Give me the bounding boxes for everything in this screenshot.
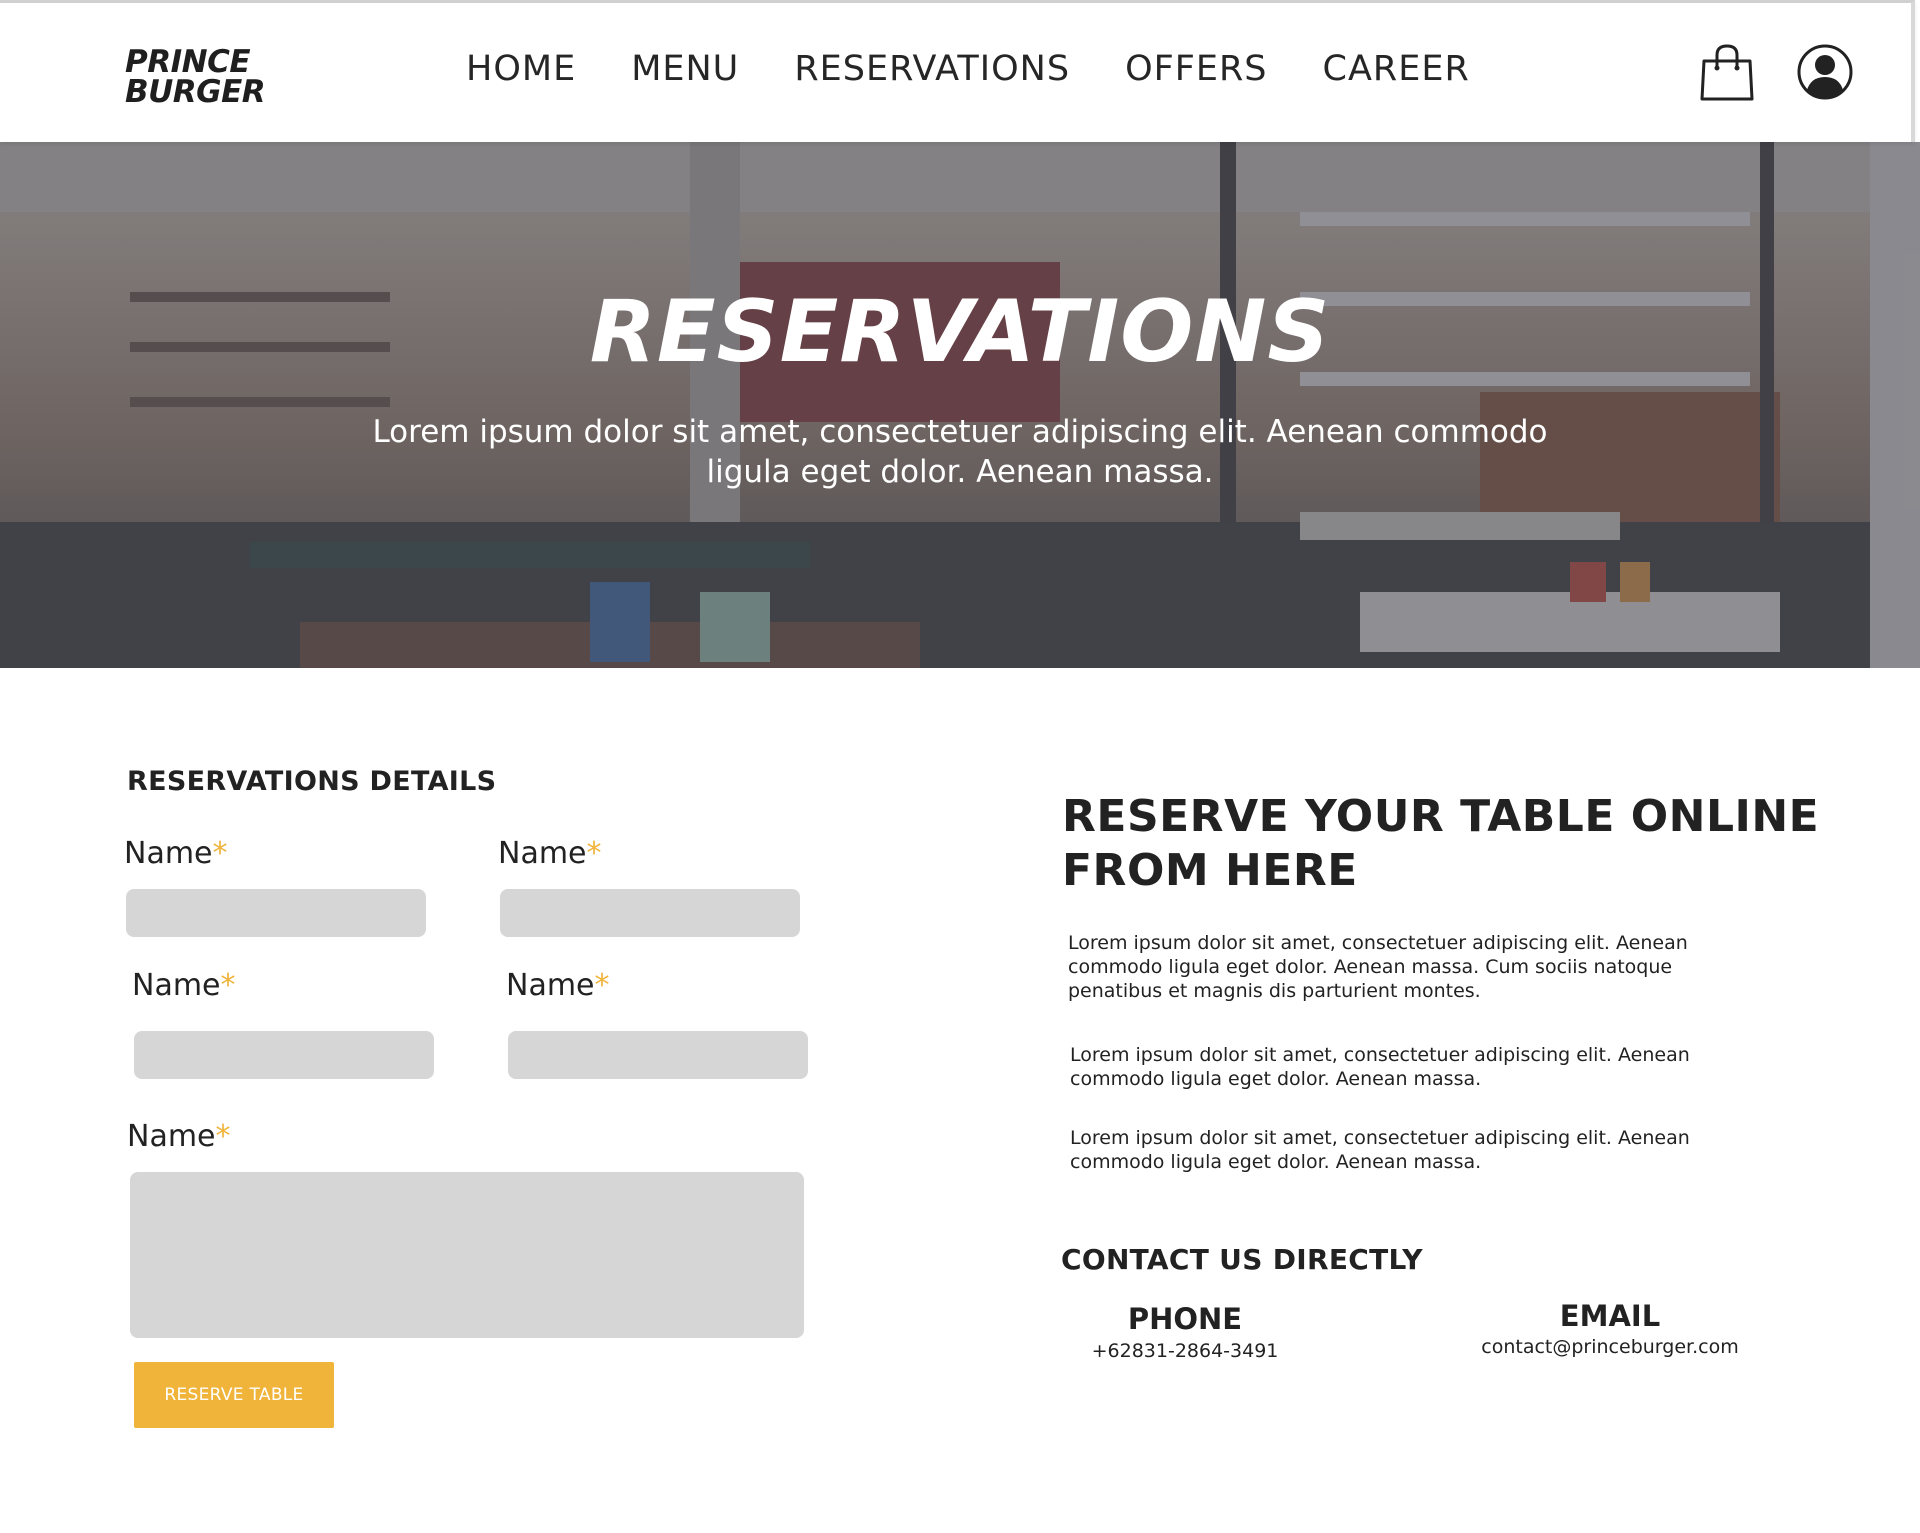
field-label-3: Name*: [132, 968, 236, 1003]
hero-title: RESERVATIONS: [589, 282, 1331, 382]
user-account-icon[interactable]: [1796, 43, 1854, 101]
hero-overlay: [0, 142, 1920, 668]
field-label-5: Name*: [127, 1119, 231, 1154]
required-marker: *: [212, 836, 228, 871]
field-label-4: Name*: [506, 968, 610, 1003]
contact-heading: CONTACT US DIRECTLY: [1061, 1243, 1423, 1276]
info-paragraph-3: Lorem ipsum dolor sit amet, consectetuer…: [1070, 1127, 1690, 1173]
info-paragraph-2: Lorem ipsum dolor sit amet, consectetuer…: [1070, 1044, 1690, 1090]
email-value[interactable]: contact@princeburger.com: [1460, 1336, 1760, 1358]
field-label-2: Name*: [498, 836, 602, 871]
nav-item-menu[interactable]: MENU: [631, 49, 739, 89]
form-title: RESERVATIONS DETAILS: [127, 766, 497, 797]
field-label-text: Name: [506, 968, 595, 1003]
brand-logo[interactable]: PRINCE BURGER: [125, 44, 266, 110]
phone-label: PHONE: [1127, 1302, 1243, 1336]
nav-item-home[interactable]: HOME: [466, 49, 576, 89]
reserve-table-button[interactable]: RESERVE TABLE: [134, 1362, 334, 1428]
name-input-2[interactable]: [500, 889, 800, 937]
field-label-text: Name: [127, 1119, 216, 1154]
name-input-3[interactable]: [134, 1031, 434, 1079]
nav-item-career[interactable]: CAREER: [1323, 49, 1470, 89]
hero-banner: RESERVATIONS Lorem ipsum dolor sit amet,…: [0, 142, 1920, 668]
nav-item-reservations[interactable]: RESERVATIONS: [794, 49, 1070, 89]
field-label-text: Name: [498, 836, 587, 871]
required-marker: *: [215, 1119, 231, 1154]
name-input-1[interactable]: [126, 889, 426, 937]
nav-item-offers[interactable]: OFFERS: [1125, 49, 1267, 89]
hero-subtitle: Lorem ipsum dolor sit amet, consectetuer…: [372, 414, 1548, 490]
main-nav: HOME MENU RESERVATIONS OFFERS CAREER: [466, 49, 1470, 89]
field-label-text: Name: [132, 968, 221, 1003]
site-header: PRINCE BURGER HOME MENU RESERVATIONS OFF…: [0, 0, 1915, 142]
name-input-4[interactable]: [508, 1031, 808, 1079]
logo-line-2: BURGER: [125, 74, 266, 110]
shopping-bag-icon[interactable]: [1700, 43, 1754, 101]
message-textarea[interactable]: [130, 1172, 804, 1338]
field-label-text: Name: [124, 836, 213, 871]
required-marker: *: [220, 968, 236, 1003]
info-paragraph-1: Lorem ipsum dolor sit amet, consectetuer…: [1068, 932, 1688, 1002]
email-label: EMAIL: [1559, 1299, 1661, 1333]
logo-line-1: PRINCE: [125, 44, 251, 80]
field-label-1: Name*: [124, 836, 228, 871]
required-marker: *: [594, 968, 610, 1003]
phone-value[interactable]: +62831-2864-3491: [1075, 1340, 1295, 1362]
required-marker: *: [586, 836, 602, 871]
reserve-online-heading: RESERVE YOUR TABLE ONLINE FROM HERE: [1062, 791, 1820, 896]
